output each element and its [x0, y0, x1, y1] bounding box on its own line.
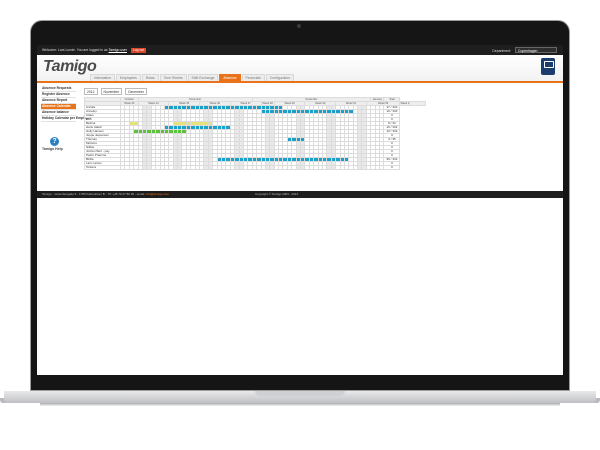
company-logo-icon: [541, 58, 555, 75]
tab-time-sheets[interactable]: Time Sheets: [159, 74, 187, 81]
department-label: Department:: [492, 49, 512, 53]
app-screen: Welcome: Lars Lunde. You are logged in a…: [37, 45, 563, 375]
tab-shift-exchange[interactable]: Shift Exchange: [187, 74, 219, 81]
logout-button[interactable]: Log out: [130, 48, 147, 53]
employee-name[interactable]: Torkera: [84, 165, 121, 170]
from-month-select[interactable]: November: [100, 88, 123, 95]
footer-email[interactable]: info@tamigo.com: [146, 192, 169, 196]
user-link[interactable]: Tamigo user: [108, 48, 126, 52]
top-bar: Welcome: Lars Lunde. You are logged in a…: [37, 45, 563, 55]
tab-rotas[interactable]: Rotas: [141, 74, 159, 81]
tab-information[interactable]: Information: [90, 74, 115, 81]
total-header-blank: [409, 101, 427, 106]
tab-financials[interactable]: Financials: [241, 74, 265, 81]
footer-copyright: Copyright © Tamigo 2004 - 2013: [255, 192, 299, 196]
filter-bar: 2012 November December: [84, 88, 147, 95]
laptop-scene: Welcome: Lars Lunde. You are logged in a…: [0, 0, 600, 450]
footer-address: Tamigo - Vesterbrogade 6 - 1780 Københav…: [42, 192, 145, 196]
year-select[interactable]: 2012: [84, 88, 98, 95]
department-select[interactable]: Copenhagen: [515, 47, 557, 53]
month-header: January: [370, 97, 385, 102]
tab-configuration[interactable]: Configuration: [265, 74, 294, 81]
laptop-foot: [40, 403, 560, 406]
help-label[interactable]: Tamigo Help: [42, 147, 63, 151]
footer: Tamigo - Vesterbrogade 6 - 1780 Københav…: [37, 191, 563, 198]
week-header: Week 48: [260, 101, 275, 106]
help-icon[interactable]: ?: [50, 137, 59, 146]
tab-employees[interactable]: Employees: [115, 74, 141, 81]
sidebar: Absence Requests Register Absence Absence …: [41, 86, 91, 122]
absence-calendar-grid: October November December January Total Week …: [84, 97, 427, 170]
laptop-notch: [255, 391, 345, 396]
table-row: Torkera 0: [84, 165, 426, 170]
nav-underline: [37, 81, 563, 83]
main-nav: Information Employees Rotas Time Sheets Shif…: [90, 74, 294, 81]
tamigo-logo: Tamigo: [43, 58, 97, 75]
week-header: Week 1: [399, 101, 411, 106]
tab-absence[interactable]: Absence: [219, 74, 241, 81]
camera-icon: [297, 24, 301, 28]
to-month-select[interactable]: December: [125, 88, 147, 95]
department-selector: Department: Copenhagen: [492, 47, 557, 54]
sidebar-item-holiday-calendar-per-employee[interactable]: Holiday Calendar per Employee: [41, 116, 91, 122]
employee-total: 0: [383, 165, 401, 170]
header: Tamigo Information Employees Rotas Time She…: [37, 55, 563, 81]
welcome-text: Welcome: Lars Lunde. You are logged in a…: [42, 48, 108, 52]
